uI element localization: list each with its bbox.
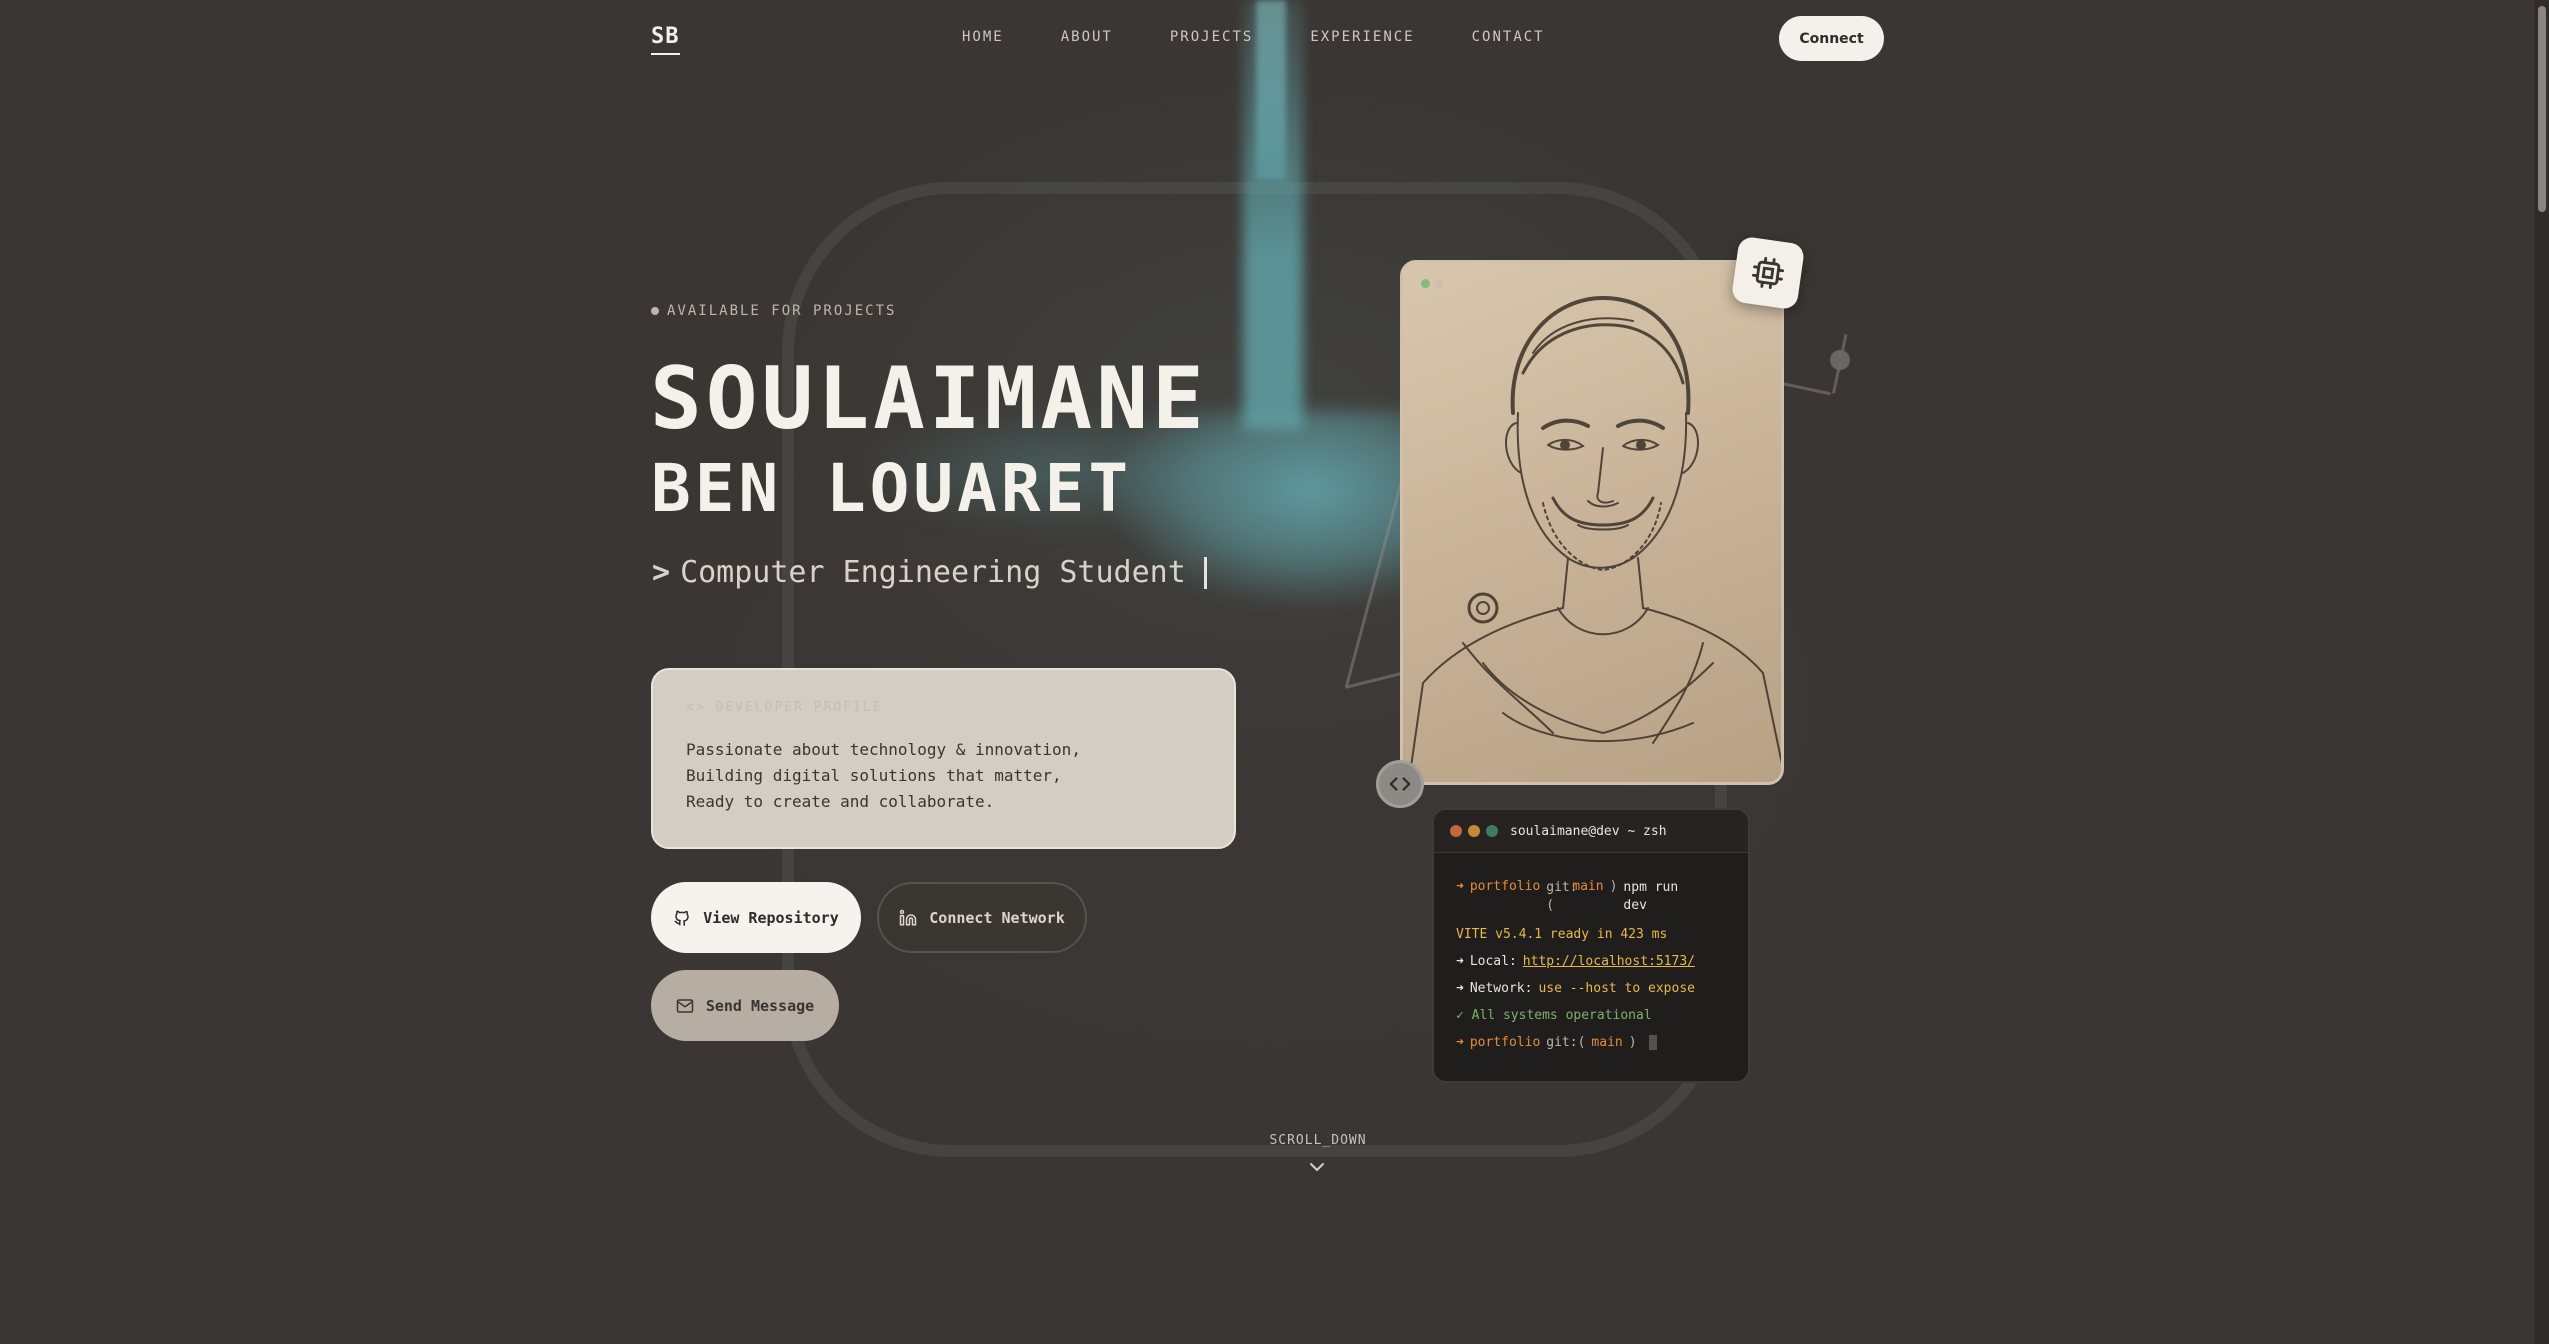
- terminal-line: ✓ All systems operational: [1456, 1008, 1726, 1023]
- portrait-sketch: [1407, 295, 1781, 782]
- terminal-line: ➜ Network: use --host to expose: [1456, 981, 1726, 996]
- profile-label: <> DEVELOPER PROFILE: [686, 700, 883, 715]
- linkedin-icon: [900, 909, 917, 925]
- code-brackets-icon: [1389, 777, 1411, 791]
- site-logo[interactable]: SB: [651, 24, 680, 55]
- prompt-branch: main: [1591, 1035, 1623, 1050]
- nav-contact[interactable]: CONTACT: [1472, 29, 1545, 45]
- chevron-down-icon[interactable]: [1309, 1161, 1325, 1173]
- view-repository-button[interactable]: View Repository: [651, 882, 861, 953]
- code-badge[interactable]: [1376, 760, 1424, 808]
- prompt-branch: main: [1572, 879, 1604, 894]
- scroll-down-label[interactable]: SCROLL_DOWN: [1268, 1133, 1368, 1148]
- prompt-arrow-icon: ➜: [1456, 1035, 1464, 1050]
- terminal-title: soulaimane@dev ~ zsh: [1510, 823, 1667, 839]
- prompt-git: git:(: [1546, 1035, 1586, 1050]
- local-url-link[interactable]: http://localhost:5173/: [1523, 954, 1695, 969]
- terminal-line: ➜ Local: http://localhost:5173/: [1456, 954, 1726, 969]
- terminal-cursor: [1648, 1035, 1657, 1050]
- network-value: use --host to expose: [1538, 981, 1695, 996]
- connect-network-label: Connect Network: [929, 908, 1065, 927]
- terminal-line: ➜ portfolio git:( main ) npm run dev: [1456, 879, 1726, 915]
- mail-icon: [676, 998, 694, 1013]
- light-beam-core: [1256, 0, 1286, 180]
- terminal-line: ➜ portfolio git:( main ): [1456, 1035, 1726, 1050]
- decorative-dot: [1830, 350, 1850, 370]
- send-message-label: Send Message: [705, 996, 815, 1015]
- nav-home[interactable]: HOME: [962, 29, 1004, 45]
- prompt-git-close: ): [1609, 879, 1618, 894]
- vite-status: VITE v5.4.1 ready in 423 ms: [1456, 927, 1668, 942]
- connect-network-button[interactable]: Connect Network: [877, 882, 1087, 953]
- portrait-image: [1400, 260, 1784, 785]
- role-text: Computer Engineering Student: [680, 555, 1186, 590]
- main-nav: HOME ABOUT PROJECTS EXPERIENCE CONTACT: [962, 29, 1602, 45]
- terminal-maximize-dot[interactable]: [1486, 825, 1498, 837]
- availability-status: AVAILABLE FOR PROJECTS: [651, 303, 896, 319]
- chip-badge: [1730, 235, 1806, 311]
- terminal-window: soulaimane@dev ~ zsh ➜ portfolio git:( m…: [1432, 808, 1750, 1083]
- nav-projects[interactable]: PROJECTS: [1170, 29, 1253, 45]
- prompt-dir: portfolio: [1469, 1035, 1541, 1050]
- profile-line: Ready to create and collaborate.: [686, 792, 995, 811]
- network-label: Network:: [1469, 981, 1533, 996]
- send-message-button[interactable]: Send Message: [651, 970, 839, 1041]
- developer-profile-card: <> DEVELOPER PROFILE Passionate about te…: [651, 668, 1236, 849]
- page-scrollbar[interactable]: [2535, 0, 2549, 1344]
- prompt-git-close: ): [1628, 1035, 1637, 1050]
- status-text: AVAILABLE FOR PROJECTS: [667, 303, 897, 319]
- cpu-chip-icon: [1751, 256, 1785, 290]
- hero-first-name: SOULAIMANE: [650, 349, 1208, 449]
- terminal-header: soulaimane@dev ~ zsh: [1434, 810, 1748, 853]
- terminal-close-dot[interactable]: [1450, 825, 1462, 837]
- github-icon: [674, 910, 690, 926]
- systems-status: ✓ All systems operational: [1456, 1008, 1652, 1023]
- prompt-command: npm run dev: [1623, 880, 1679, 913]
- profile-line: Passionate about technology & innovation…: [686, 740, 1081, 759]
- prompt-git: git:(: [1546, 880, 1578, 913]
- hero-last-name: BEN LOUARET: [651, 450, 1133, 527]
- prompt-dir: portfolio: [1469, 879, 1541, 894]
- profile-line: Building digital solutions that matter,: [686, 766, 1062, 785]
- connect-button[interactable]: Connect: [1779, 16, 1884, 61]
- hero-role: > Computer Engineering Student: [652, 555, 1207, 590]
- scrollbar-thumb[interactable]: [2538, 6, 2546, 212]
- terminal-minimize-dot[interactable]: [1468, 825, 1480, 837]
- prompt-arrow-icon: ➜: [1456, 879, 1464, 894]
- prompt-caret-icon: >: [652, 555, 671, 590]
- local-label: Local:: [1469, 954, 1517, 969]
- nav-about[interactable]: ABOUT: [1061, 29, 1113, 45]
- arrow-icon: ➜: [1456, 954, 1464, 969]
- nav-experience[interactable]: EXPERIENCE: [1310, 29, 1414, 45]
- typing-cursor: [1203, 556, 1207, 589]
- terminal-body: ➜ portfolio git:( main ) npm run dev VIT…: [1434, 853, 1748, 1081]
- status-dot-icon: [651, 307, 659, 315]
- terminal-line: VITE v5.4.1 ready in 423 ms: [1456, 927, 1726, 942]
- view-repository-label: View Repository: [703, 908, 839, 927]
- arrow-icon: ➜: [1456, 981, 1464, 996]
